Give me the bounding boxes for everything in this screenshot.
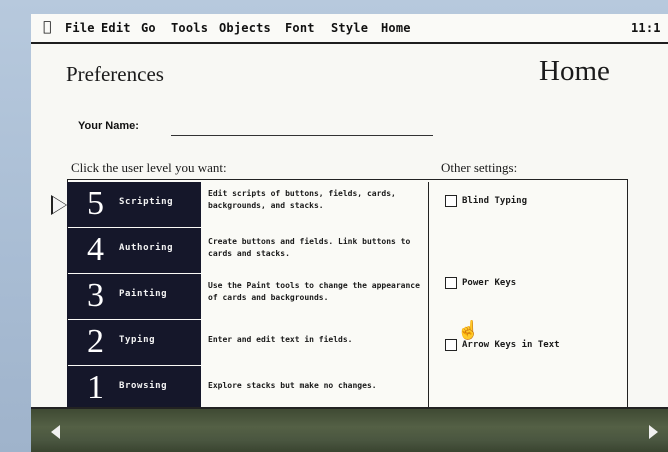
level-button-typing[interactable]: 2 Typing [67, 320, 201, 365]
level-button-scripting[interactable]: 5 Scripting [67, 182, 201, 227]
menu-edit[interactable]: Edit [101, 21, 131, 35]
selected-level-pointer-icon [53, 197, 66, 213]
user-level-heading: Click the user level you want: [71, 160, 227, 175]
power-keys-checkbox[interactable] [445, 277, 457, 289]
level-number: 3 [87, 277, 104, 314]
card-title: Preferences [66, 62, 164, 86]
level-description-authoring: Create buttons and fields. Link buttons … [208, 237, 411, 258]
menu-file[interactable]: File [65, 21, 95, 35]
level-description-browsing: Explore stacks but make no changes. [208, 381, 377, 390]
power-keys-label[interactable]: Power Keys [462, 278, 516, 288]
scroll-left-arrow-icon[interactable] [51, 425, 60, 439]
arrow-keys-label[interactable]: Arrow Keys in Text [462, 340, 560, 350]
menu-clock: 11:1 [631, 21, 661, 35]
menu-font[interactable]: Font [285, 21, 315, 35]
menu-home[interactable]: Home [381, 21, 411, 35]
stack-name: Home [539, 55, 610, 87]
blind-typing-checkbox[interactable] [445, 195, 457, 207]
arrow-keys-checkbox[interactable] [445, 339, 457, 351]
level-description-scripting: Edit scripts of buttons, fields, cards, … [208, 189, 396, 210]
blind-typing-label[interactable]: Blind Typing [462, 196, 527, 206]
menu-go[interactable]: Go [141, 21, 156, 35]
level-button-browsing[interactable]: 1 Browsing [67, 366, 201, 411]
level-name: Browsing [119, 381, 168, 391]
level-number: 4 [87, 231, 104, 268]
hypercard-screen:  File Edit Go Tools Objects Font Style … [31, 14, 668, 452]
level-name: Painting [119, 289, 168, 299]
browse-hand-cursor-icon: ☝ [457, 320, 480, 340]
level-button-authoring[interactable]: 4 Authoring [67, 228, 201, 273]
level-name: Authoring [119, 243, 174, 253]
menu-tools[interactable]: Tools [171, 21, 208, 35]
level-number: 1 [87, 369, 104, 406]
other-settings-heading: Other settings: [441, 160, 518, 175]
level-name: Scripting [119, 197, 174, 207]
menu-objects[interactable]: Objects [219, 21, 271, 35]
your-name-label: Your Name: [78, 120, 139, 132]
scroll-right-arrow-icon[interactable] [649, 425, 658, 439]
level-button-painting[interactable]: 3 Painting [67, 274, 201, 319]
horizontal-scrollbar[interactable] [31, 407, 668, 452]
level-number: 2 [87, 323, 104, 360]
menu-style[interactable]: Style [331, 21, 368, 35]
menu-bar:  File Edit Go Tools Objects Font Style … [31, 14, 668, 44]
level-description-typing: Enter and edit text in fields. [208, 335, 353, 344]
level-number: 5 [87, 185, 104, 222]
panel-divider [428, 182, 429, 414]
level-name: Typing [119, 335, 156, 345]
level-description-painting: Use the Paint tools to change the appear… [208, 281, 420, 302]
apple-icon[interactable]:  [43, 19, 51, 35]
your-name-field[interactable] [171, 135, 433, 136]
